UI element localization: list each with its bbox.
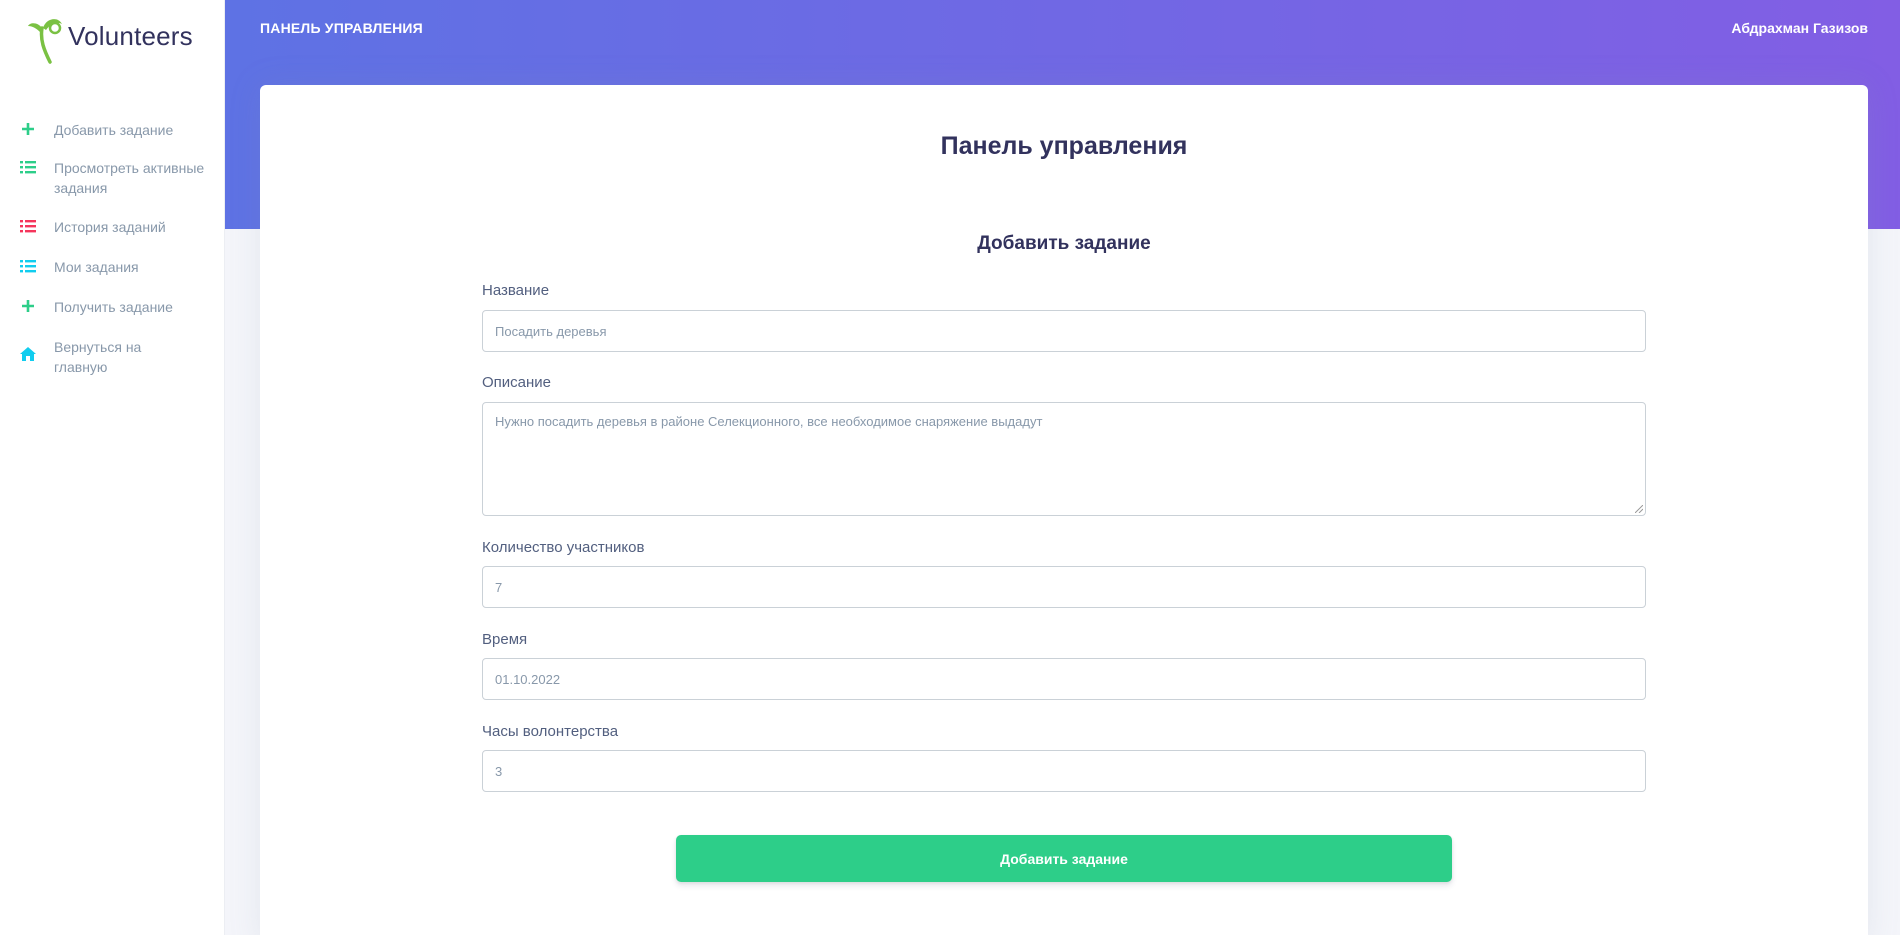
list-icon	[20, 161, 36, 174]
resize-handle-icon[interactable]	[1635, 505, 1643, 513]
description-placeholder: Нужно посадить деревья в районе Селекцио…	[495, 414, 1043, 429]
card-title: Панель управления	[940, 132, 1188, 160]
sidebar-item-home[interactable]: Вернуться на главную	[20, 337, 220, 377]
participants-input[interactable]: 7	[482, 566, 1646, 608]
list-icon	[20, 220, 36, 233]
name-label: Название	[482, 282, 550, 299]
name-input[interactable]: Посадить деревья	[482, 310, 1646, 352]
page-title[interactable]: ПАНЕЛЬ УПРАВЛЕНИЯ	[260, 20, 423, 36]
sidebar-item-active-tasks[interactable]: Просмотреть активные задания	[20, 158, 220, 198]
hours-label: Часы волонтерства	[482, 723, 619, 740]
add-task-button[interactable]: Добавить задание	[676, 835, 1452, 882]
sidebar-item-get-task[interactable]: Получить задание	[20, 297, 220, 317]
sidebar: Volunteers Добавить задание Просмотреть …	[0, 0, 225, 935]
sidebar-item-label: Вернуться на главную	[54, 339, 142, 375]
description-textarea[interactable]: Нужно посадить деревья в районе Селекцио…	[482, 402, 1646, 516]
sidebar-item-label: Просмотреть активные задания	[54, 160, 205, 196]
plus-icon	[22, 300, 34, 312]
sidebar-item-label: Мои задания	[54, 259, 139, 275]
sidebar-item-task-history[interactable]: История заданий	[20, 217, 220, 237]
description-label: Описание	[482, 374, 552, 391]
sidebar-item-add-task[interactable]: Добавить задание	[20, 120, 220, 140]
user-name[interactable]: Абдрахман Газизов	[1731, 20, 1868, 36]
form-title: Добавить задание	[977, 233, 1151, 254]
sidebar-item-label: История заданий	[54, 219, 166, 235]
time-input[interactable]: 01.10.2022	[482, 658, 1646, 700]
home-icon	[20, 347, 36, 361]
brand-name: Volunteers	[68, 21, 193, 51]
time-label: Время	[482, 631, 528, 648]
participants-label: Количество участников	[482, 539, 645, 556]
list-icon	[20, 260, 36, 273]
hours-input[interactable]: 3	[482, 750, 1646, 792]
sidebar-item-label: Получить задание	[54, 299, 173, 315]
logo[interactable]: Volunteers	[26, 12, 193, 64]
sprout-logo-icon	[28, 19, 62, 64]
sidebar-item-label: Добавить задание	[54, 122, 174, 138]
main-card: Панель управления Добавить задание Назва…	[260, 85, 1868, 935]
plus-icon	[22, 123, 34, 135]
sidebar-item-my-tasks[interactable]: Мои задания	[20, 257, 220, 277]
